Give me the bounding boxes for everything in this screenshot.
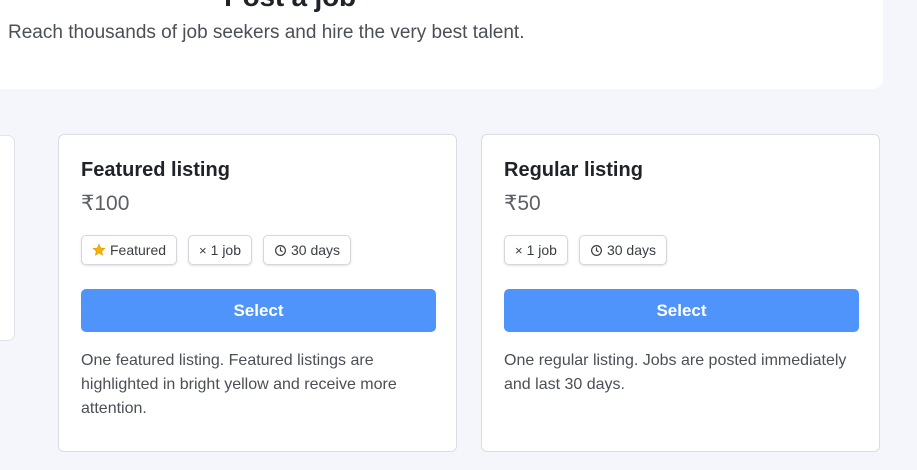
plan-description: One featured listing. Featured listings … [81,352,397,417]
plan-tags: Featured × 1 job 30 days [81,235,352,265]
tag-label: 30 days [291,242,341,258]
tag-label: Featured [110,242,167,258]
star-icon [92,243,106,257]
tag-label: 1 job [210,242,241,258]
tag-jobs: × 1 job [188,235,252,265]
tag-duration: 30 days [578,235,667,265]
select-featured-button[interactable]: Select [81,289,436,332]
tag-duration: 30 days [263,235,352,265]
tag-label: 30 days [606,242,656,258]
tag-jobs: × 1 job [504,235,568,265]
plan-card-regular: Regular listing ₹50 × 1 job 30 days Sele… [481,134,880,452]
times-icon: × [199,242,207,258]
tag-featured: Featured [81,235,178,265]
clock-icon [274,244,287,257]
tag-label: 1 job [526,242,557,258]
plan-name: Featured listing [81,159,230,181]
page-subtitle: Reach thousands of job seekers and hire … [8,22,525,43]
plan-price: ₹50 [504,192,541,215]
select-regular-button[interactable]: Select [504,289,859,332]
times-icon: × [515,242,523,258]
clock-icon [590,244,603,257]
plan-description: One regular listing. Jobs are posted imm… [504,352,847,393]
plan-tags: × 1 job 30 days [504,235,667,265]
plan-name: Regular listing [504,159,643,181]
plan-price: ₹100 [81,192,130,215]
post-job-header: Post a job Reach thousands of job seeker… [0,0,883,89]
page-title: Post a job [0,0,600,13]
partial-card-left [0,135,15,341]
plan-card-featured: Featured listing ₹100 Featured × 1 job 3… [58,134,457,452]
